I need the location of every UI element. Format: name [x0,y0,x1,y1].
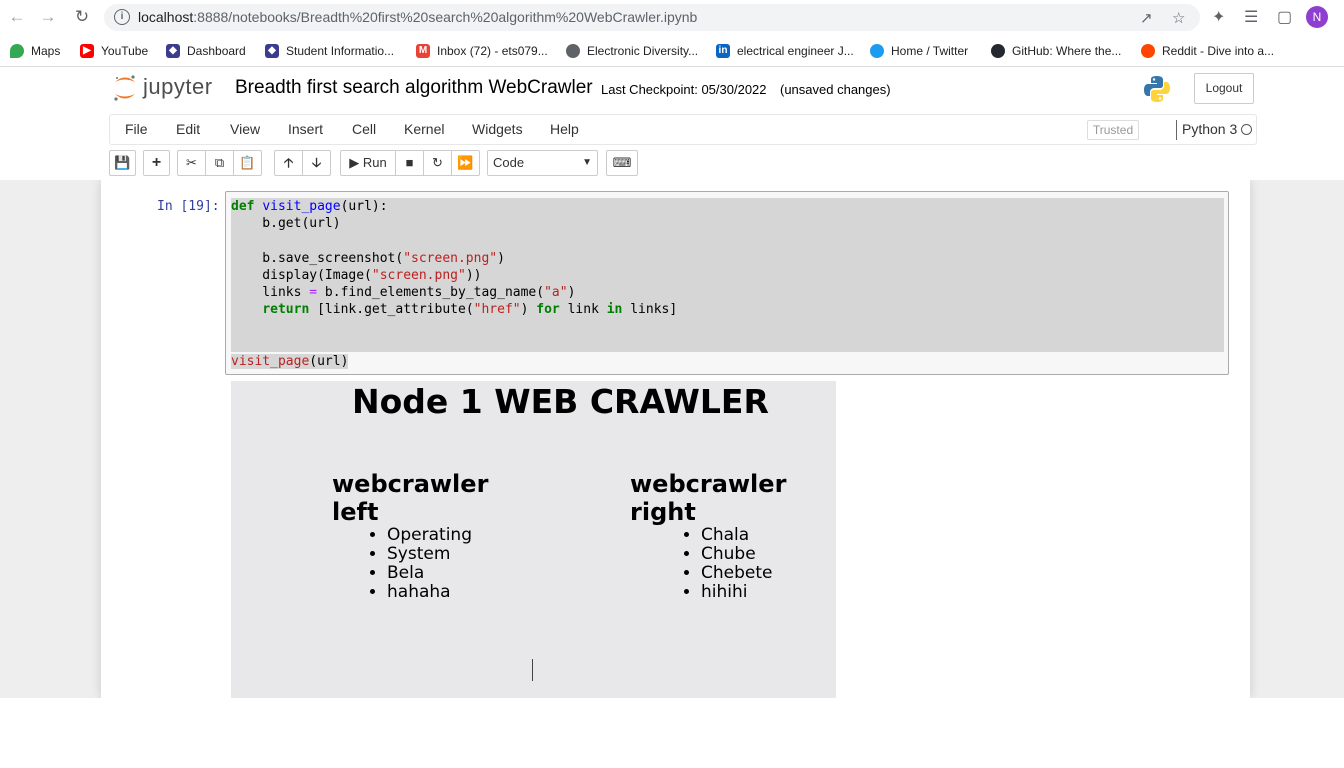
site-info-icon[interactable]: i [114,9,130,25]
menu-help[interactable]: Help [550,121,579,137]
list-item: hahaha [387,583,512,602]
code-editor[interactable]: def visit_page(url): b.get(url) b.save_s… [231,198,677,370]
url-text: localhost:8888/notebooks/Breadth%20first… [138,9,698,25]
left-column-title: webcrawler left [332,470,489,526]
cell-output-image: Node 1 WEB CRAWLER webcrawlerleft Operat… [231,381,836,698]
list-item: hihihi [701,583,810,602]
right-column: webcrawlerright Chala Chube Chebete hihi… [630,470,810,602]
reload-icon[interactable]: ↻ [71,6,93,28]
browser-toolbar: ← → ↻ i localhost:8888/notebooks/Breadth… [0,0,1344,35]
cell-type-select[interactable]: Code ▼ [487,150,598,176]
share-icon[interactable]: ↗ [1140,9,1153,27]
restart-run-all-icon[interactable]: ⏩ [451,150,480,176]
logout-button[interactable]: Logout [1194,73,1254,104]
unsaved-changes: (unsaved changes) [780,82,891,97]
menu-file[interactable]: File [125,121,148,137]
interrupt-kernel-icon[interactable]: ■ [395,150,424,176]
jupyter-wordmark[interactable]: jupyter [143,74,213,100]
menu-insert[interactable]: Insert [288,121,323,137]
list-item: Bela [387,564,512,583]
move-up-icon[interactable]: 🡡 [274,150,303,176]
bookmark-star-icon[interactable]: ☆ [1172,9,1185,27]
python-logo-icon [1144,76,1170,102]
chevron-down-icon: ▼ [582,157,592,168]
bookmark-reddit[interactable]: Reddit - Dive into a... [1141,41,1274,61]
shield-icon: ◆ [166,44,180,58]
media-queue-icon[interactable]: ☰ [1244,7,1258,27]
copy-icon[interactable]: ⧉ [205,150,234,176]
right-column-title: webcrawler right [630,470,787,526]
left-list: Operating System Bela hahaha [332,526,512,602]
list-item: System [387,545,512,564]
jupyter-logo-icon[interactable] [112,73,138,103]
globe-icon [566,44,580,58]
reddit-icon [1141,44,1155,58]
menu-view[interactable]: View [230,121,260,137]
add-cell-icon[interactable]: + [143,150,170,176]
bookmarks-bar: Maps ▶ YouTube ◆ Dashboard ◆ Student Inform… [0,35,1344,67]
cell-prompt: In [19]: [157,199,220,214]
gmail-icon: M [416,44,430,58]
last-checkpoint: Last Checkpoint: 05/30/2022 [601,82,767,97]
bookmark-twitter[interactable]: Home / Twitter [870,41,968,61]
notebook-area: In [19]: def visit_page(url): b.get(url)… [0,180,1344,698]
list-item: Chebete [701,564,810,583]
save-icon[interactable]: 💾 [109,150,136,176]
list-item: Chala [701,526,810,545]
left-column: webcrawlerleft Operating System Bela hah… [332,470,512,602]
kernel-idle-icon [1241,124,1252,135]
maps-icon [10,44,24,58]
kernel-separator [1176,120,1177,140]
bookmark-github[interactable]: GitHub: Where the... [991,41,1121,61]
notebook-title[interactable]: Breadth first search algorithm WebCrawle… [235,77,593,99]
text-caret [532,659,533,681]
move-down-icon[interactable]: 🡣 [302,150,331,176]
menu-kernel[interactable]: Kernel [404,121,444,137]
menu-widgets[interactable]: Widgets [472,121,523,137]
output-title: Node 1 WEB CRAWLER [352,382,769,421]
extensions-icon[interactable]: ✦ [1212,7,1225,27]
right-list: Chala Chube Chebete hihihi [630,526,810,602]
notebook-container: In [19]: def visit_page(url): b.get(url)… [101,180,1250,698]
list-item: Chube [701,545,810,564]
bookmark-student-info[interactable]: ◆ Student Informatio... [265,41,394,61]
back-arrow-icon[interactable]: ← [6,6,28,28]
twitter-icon [870,44,884,58]
keyboard-icon[interactable]: ⌨ [606,150,638,176]
restart-kernel-icon[interactable]: ↻ [423,150,452,176]
jupyter-header: jupyter Breadth first search algorithm W… [0,68,1344,113]
bookmark-dashboard[interactable]: ◆ Dashboard [166,41,246,61]
bookmark-linkedin[interactable]: in electrical engineer J... [716,41,854,61]
code-cell[interactable]: def visit_page(url): b.get(url) b.save_s… [225,191,1229,375]
cut-icon[interactable]: ✂ [177,150,206,176]
list-item: Operating [387,526,512,545]
menu-edit[interactable]: Edit [176,121,200,137]
run-button[interactable]: ▶ Run [340,150,396,176]
menu-cell[interactable]: Cell [352,121,376,137]
side-panel-icon[interactable]: ▢ [1277,7,1292,27]
paste-icon[interactable]: 📋 [233,150,262,176]
linkedin-icon: in [716,44,730,58]
play-icon: ▶ [349,155,360,170]
profile-avatar[interactable]: N [1306,6,1328,28]
kernel-name[interactable]: Python 3 [1182,121,1237,137]
bookmark-electronic-diversity[interactable]: Electronic Diversity... [566,41,698,61]
github-icon [991,44,1005,58]
menu-bar: File Edit View Insert Cell Kernel Widget… [109,114,1257,145]
forward-arrow-icon[interactable]: → [37,6,59,28]
bookmark-maps[interactable]: Maps [10,41,60,61]
address-bar[interactable]: i localhost:8888/notebooks/Breadth%20fir… [104,4,1200,31]
bookmark-youtube[interactable]: ▶ YouTube [80,41,148,61]
shield-icon: ◆ [265,44,279,58]
trusted-indicator[interactable]: Trusted [1087,120,1139,140]
youtube-icon: ▶ [80,44,94,58]
bookmark-gmail[interactable]: M Inbox (72) - ets079... [416,41,548,61]
